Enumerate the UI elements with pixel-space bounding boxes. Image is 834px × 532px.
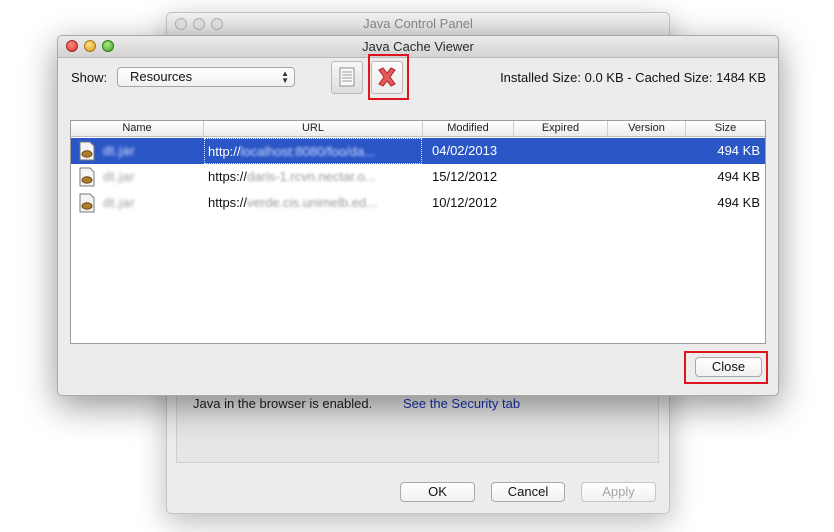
row-url: http://localhost:8080/foo/da... xyxy=(204,138,422,164)
cache-size-summary: Installed Size: 0.0 KB - Cached Size: 14… xyxy=(500,70,766,85)
java-cache-viewer-dialog: Java Cache Viewer Show: Resources ▲ ▼ Ins… xyxy=(57,35,779,396)
row-name: dt.jar xyxy=(103,169,135,184)
row-url-scheme: https:// xyxy=(208,195,248,210)
control-panel-titlebar: Java Control Panel xyxy=(167,13,669,36)
row-size: 494 KB xyxy=(717,195,760,210)
row-expired xyxy=(514,138,608,164)
document-icon xyxy=(339,67,355,87)
row-url-path: localhost:8080/foo/da... xyxy=(240,144,375,159)
jar-file-icon xyxy=(79,193,95,213)
row-expired xyxy=(514,190,608,216)
row-url: https://daris-1.rcvn.nectar.o... xyxy=(204,164,422,190)
jar-file-icon xyxy=(79,141,95,161)
cache-viewer-titlebar: Java Cache Viewer xyxy=(58,36,778,58)
row-modified: 04/02/2013 xyxy=(432,143,498,158)
row-url-path: verde.cis.unimelb.ed... xyxy=(247,195,378,210)
show-label: Show: xyxy=(71,70,108,85)
column-header-name[interactable]: Name xyxy=(71,121,204,136)
row-modified: 15/12/2012 xyxy=(432,169,498,184)
control-panel-title: Java Control Panel xyxy=(363,16,473,31)
table-row[interactable]: dt.jar http://localhost:8080/foo/da... 0… xyxy=(71,138,765,164)
cache-viewer-title: Java Cache Viewer xyxy=(362,39,474,54)
delete-highlight-box xyxy=(368,54,409,100)
row-name: dt.jar xyxy=(103,143,135,158)
close-highlight-box xyxy=(684,351,768,384)
row-size: 494 KB xyxy=(717,143,760,158)
row-url-scheme: http:// xyxy=(208,144,241,159)
row-version xyxy=(608,164,686,190)
jar-file-icon xyxy=(79,167,95,187)
close-window-icon[interactable] xyxy=(66,40,78,52)
cancel-button[interactable]: Cancel xyxy=(491,482,565,502)
row-url: https://verde.cis.unimelb.ed... xyxy=(204,190,422,216)
updown-arrows-icon: ▲ ▼ xyxy=(281,69,289,85)
show-select[interactable]: Resources ▲ ▼ xyxy=(117,67,295,87)
ok-button[interactable]: OK xyxy=(400,482,475,502)
cache-table[interactable]: Name URL Modified Expired Version Size d… xyxy=(70,120,766,344)
column-header-modified[interactable]: Modified xyxy=(423,121,514,136)
control-panel-window-controls xyxy=(175,18,223,30)
row-modified: 10/12/2012 xyxy=(432,195,498,210)
row-expired xyxy=(514,164,608,190)
show-jnlp-button[interactable] xyxy=(331,61,363,94)
row-url-scheme: https:// xyxy=(208,169,248,184)
row-name: dt.jar xyxy=(103,195,135,210)
cache-viewer-window-controls xyxy=(66,40,114,52)
column-header-version[interactable]: Version xyxy=(608,121,686,136)
table-row[interactable]: dt.jar https://daris-1.rcvn.nectar.o... … xyxy=(71,164,765,190)
zoom-window-icon[interactable] xyxy=(211,18,223,30)
row-size: 494 KB xyxy=(717,169,760,184)
row-version xyxy=(608,190,686,216)
apply-button[interactable]: Apply xyxy=(581,482,656,502)
zoom-window-icon[interactable] xyxy=(102,40,114,52)
table-header: Name URL Modified Expired Version Size xyxy=(71,121,765,137)
minimize-window-icon[interactable] xyxy=(193,18,205,30)
show-select-value: Resources xyxy=(130,69,193,84)
row-version xyxy=(608,138,686,164)
table-row[interactable]: dt.jar https://verde.cis.unimelb.ed... 1… xyxy=(71,190,765,216)
row-url-path: daris-1.rcvn.nectar.o... xyxy=(247,169,376,184)
minimize-window-icon[interactable] xyxy=(84,40,96,52)
security-tab-link[interactable]: See the Security tab xyxy=(403,396,520,411)
browser-status-text: Java in the browser is enabled. xyxy=(193,396,373,411)
column-header-url[interactable]: URL xyxy=(204,121,423,136)
column-header-expired[interactable]: Expired xyxy=(514,121,608,136)
column-header-size[interactable]: Size xyxy=(686,121,765,136)
close-window-icon[interactable] xyxy=(175,18,187,30)
